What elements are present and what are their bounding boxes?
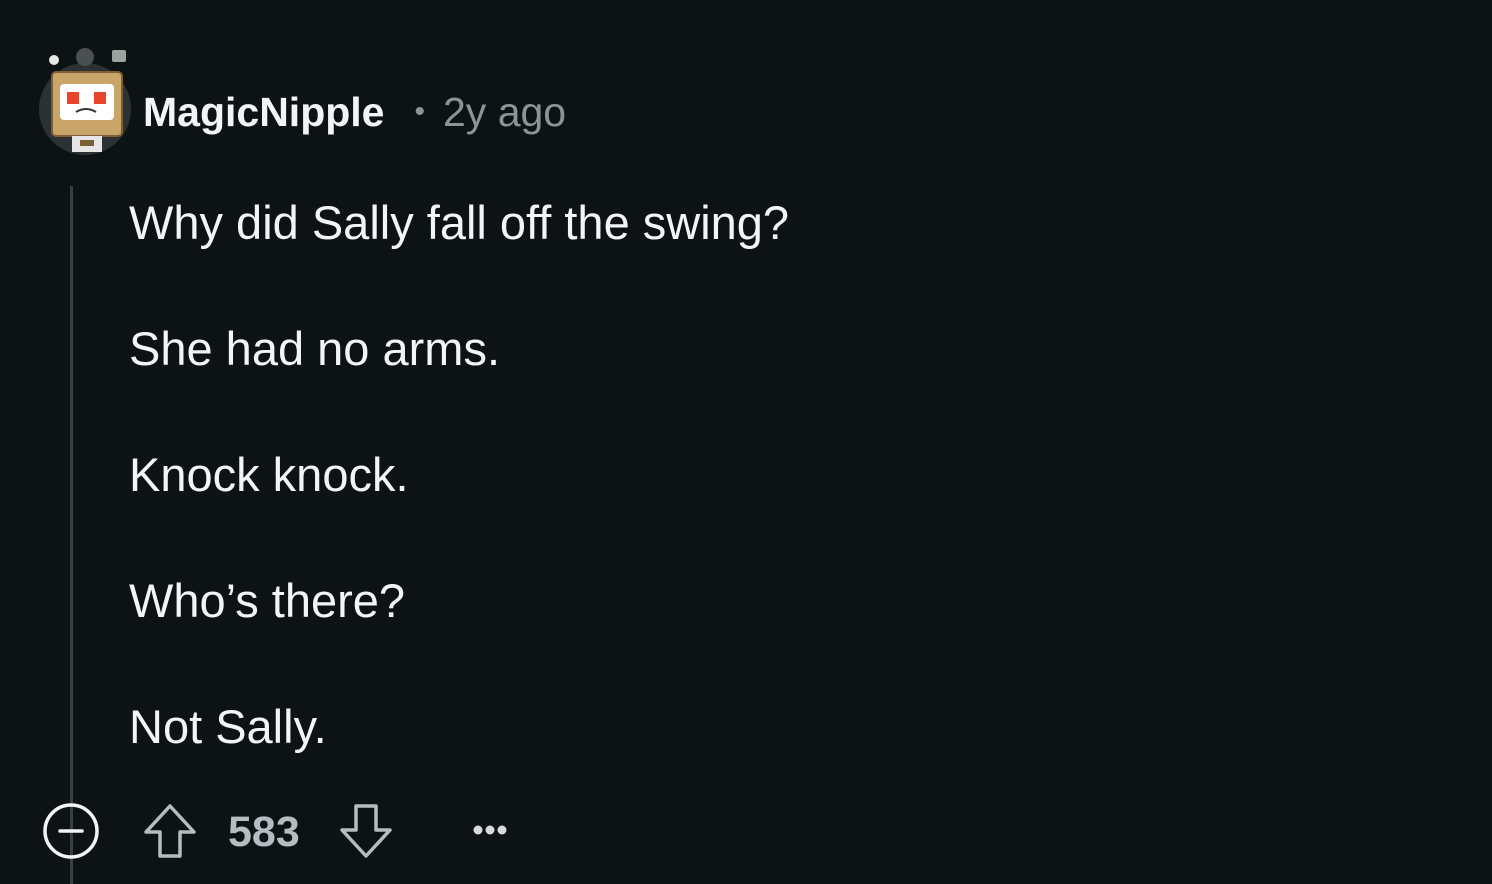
more-options-button[interactable] [464, 812, 516, 848]
comment: MagicNipple • 2y ago Why did Sally fall … [0, 0, 1492, 884]
comment-header: MagicNipple • 2y ago [143, 86, 566, 138]
vote-score: 583 [228, 808, 300, 856]
snoo-avatar-icon [39, 48, 131, 155]
downvote-arrow-icon [340, 804, 392, 858]
upvote-button[interactable] [142, 802, 198, 860]
comment-paragraph: Not Sally. [129, 700, 327, 753]
username[interactable]: MagicNipple [143, 89, 384, 136]
more-options-icon [473, 825, 507, 835]
comment-paragraph: Knock knock. [129, 448, 409, 501]
timestamp: 2y ago [443, 88, 567, 135]
downvote-button[interactable] [338, 802, 394, 860]
avatar[interactable] [36, 44, 134, 158]
comment-paragraph: Who’s there? [129, 574, 406, 627]
thread-line[interactable] [70, 186, 73, 884]
comment-actions: 583 [42, 800, 562, 862]
collapse-button[interactable] [42, 802, 100, 860]
separator-dot: • [414, 95, 425, 128]
upvote-arrow-icon [144, 804, 196, 858]
comment-paragraph: Why did Sally fall off the swing? [129, 196, 790, 249]
collapse-minus-icon [43, 803, 99, 859]
comment-paragraph: She had no arms. [129, 322, 500, 375]
comment-body: Why did Sally fall off the swing? She ha… [129, 194, 1429, 824]
